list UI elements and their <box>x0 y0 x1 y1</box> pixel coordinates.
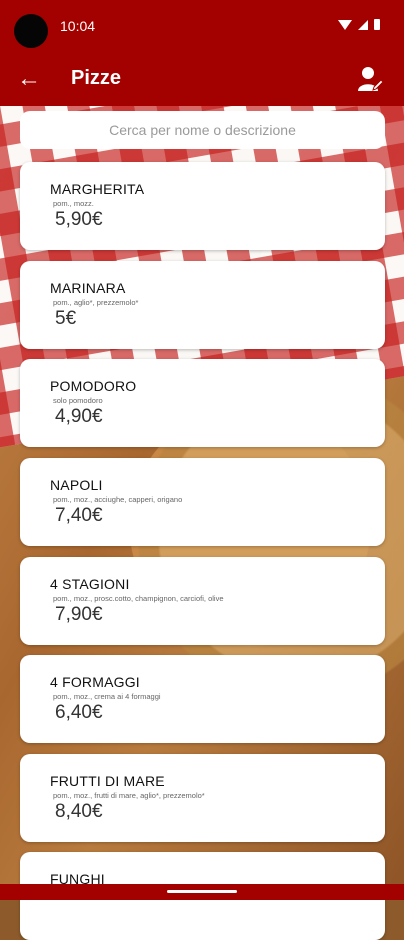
pizza-name: NAPOLI <box>50 477 103 493</box>
pizza-description: pom., aglio*, prezzemolo* <box>53 298 139 307</box>
pizza-name: MARINARA <box>50 280 126 296</box>
pizza-card[interactable]: MARGHERITA pom., mozz. 5,90€ <box>20 162 385 250</box>
pizza-price: 6,40€ <box>55 702 103 723</box>
status-icons <box>338 19 380 30</box>
wifi-icon <box>338 19 352 30</box>
system-navigation-bar <box>0 884 404 900</box>
search-input[interactable] <box>20 111 385 149</box>
pizza-price: 7,90€ <box>55 604 103 625</box>
home-indicator[interactable] <box>167 890 237 893</box>
pizza-name: FRUTTI DI MARE <box>50 773 165 789</box>
pizza-name: 4 FORMAGGI <box>50 674 140 690</box>
user-profile-icon[interactable] <box>356 65 384 93</box>
pizza-name: POMODORO <box>50 378 137 394</box>
back-arrow-icon[interactable]: ← <box>14 64 44 94</box>
app-bar: ← Pizze <box>0 52 404 106</box>
pizza-card[interactable]: FRUTTI DI MARE pom., moz., frutti di mar… <box>20 754 385 842</box>
pizza-card[interactable]: MARINARA pom., aglio*, prezzemolo* 5€ <box>20 261 385 349</box>
pizza-card[interactable]: 4 FORMAGGI pom., moz., crema ai 4 formag… <box>20 655 385 743</box>
pizza-price: 7,40€ <box>55 505 103 526</box>
camera-cutout <box>14 14 48 48</box>
pizza-card[interactable]: POMODORO solo pomodoro 4,90€ <box>20 359 385 447</box>
signal-icon <box>358 19 368 30</box>
pizza-name: 4 STAGIONI <box>50 576 130 592</box>
pizza-description: pom., mozz. <box>53 199 94 208</box>
pizza-name: MARGHERITA <box>50 181 145 197</box>
pizza-description: pom., moz., frutti di mare, aglio*, prez… <box>53 791 205 800</box>
pizza-description: pom., moz., crema ai 4 formaggi <box>53 692 161 701</box>
pizza-card[interactable]: NAPOLI pom., moz., acciughe, capperi, or… <box>20 458 385 546</box>
pizza-description: pom., moz., acciughe, capperi, origano <box>53 495 183 504</box>
pizza-description: solo pomodoro <box>53 396 103 405</box>
page-title: Pizze <box>71 67 122 89</box>
pizza-price: 4,90€ <box>55 406 103 427</box>
status-bar: 10:04 <box>0 0 404 52</box>
pizza-price: 5€ <box>55 308 77 329</box>
pizza-description: pom., moz., prosc.cotto, champignon, car… <box>53 594 224 603</box>
pizza-price: 8,40€ <box>55 801 103 822</box>
battery-icon <box>374 19 380 30</box>
pizza-price: 5,90€ <box>55 209 103 230</box>
pizza-card[interactable]: 4 STAGIONI pom., moz., prosc.cotto, cham… <box>20 557 385 645</box>
status-time: 10:04 <box>60 18 96 34</box>
